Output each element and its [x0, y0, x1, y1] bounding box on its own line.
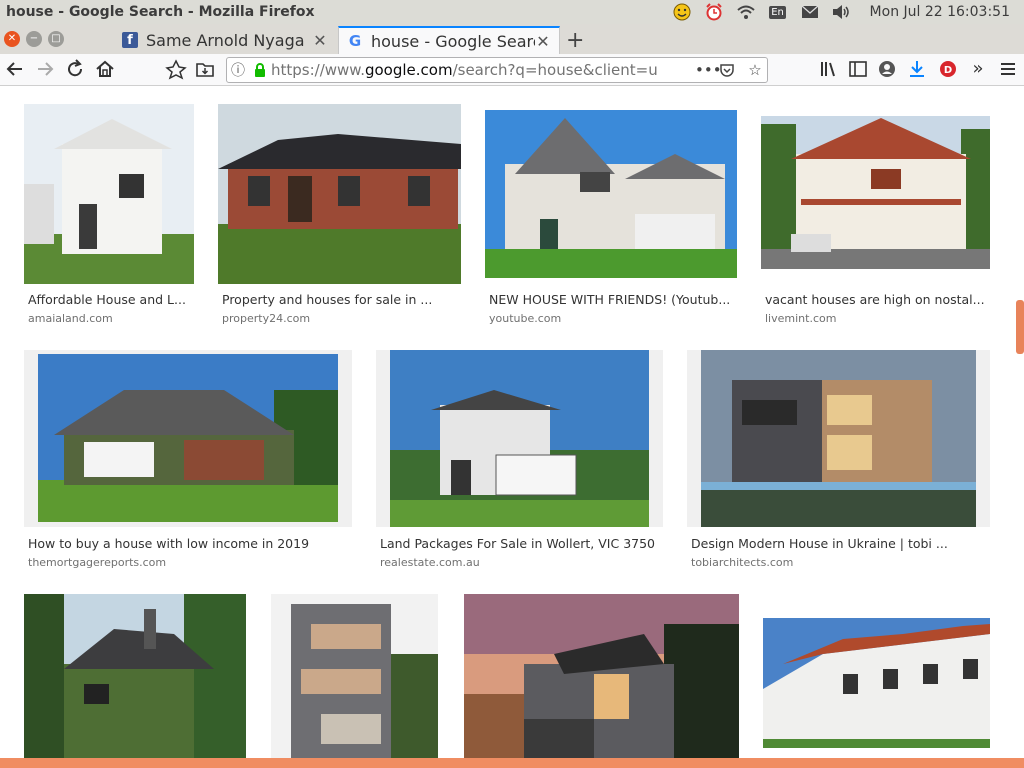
result-caption[interactable]: vacant houses are high on nostal... [765, 292, 989, 307]
keyboard-layout-indicator[interactable]: En [768, 3, 788, 21]
house-image [485, 110, 737, 278]
result-source[interactable]: themortgagereports.com [28, 556, 166, 569]
house-image [24, 594, 246, 768]
save-page-icon[interactable] [194, 58, 216, 80]
tab-facebook[interactable]: f Same Arnold Nyaga ✕ [114, 26, 336, 54]
result-thumbnail[interactable] [761, 104, 990, 284]
back-button[interactable] [4, 58, 26, 80]
house-image [390, 350, 649, 527]
mail-icon[interactable] [800, 3, 820, 21]
volume-icon[interactable] [832, 3, 852, 21]
result-source[interactable]: realestate.com.au [380, 556, 480, 569]
url-path: /search?q=house&client=u [452, 61, 658, 79]
window-close-button[interactable]: ✕ [4, 31, 20, 47]
result-thumbnail[interactable] [464, 594, 739, 768]
window-controls: ✕ − □ [4, 31, 64, 47]
bookmark-star-icon[interactable]: ☆ [743, 61, 767, 79]
navigation-toolbar: ⓘ https://www.google.com/search?q=house&… [0, 54, 1024, 86]
result-thumbnail[interactable] [763, 594, 990, 768]
emoji-indicator-icon[interactable] [672, 3, 692, 21]
keyboard-layout-label: En [769, 5, 786, 19]
alarm-clock-icon[interactable] [704, 3, 724, 21]
clock[interactable]: Mon Jul 22 16:03:51 [864, 4, 1010, 20]
page-bottom-bar [0, 758, 1024, 768]
result-caption[interactable]: Affordable House and L... [28, 292, 194, 307]
result-thumbnail[interactable] [24, 594, 246, 768]
account-icon[interactable] [876, 58, 898, 80]
house-image [761, 116, 990, 269]
url-text[interactable]: https://www.google.com/search?q=house&cl… [271, 61, 695, 79]
extension-d-icon[interactable]: D [937, 58, 959, 80]
result-thumbnail[interactable] [271, 594, 438, 768]
result-thumbnail[interactable] [687, 350, 990, 527]
result-source[interactable]: livemint.com [765, 312, 836, 325]
downloads-icon[interactable] [906, 58, 928, 80]
url-prefix: https://www. [271, 61, 365, 79]
house-image [701, 350, 976, 527]
facebook-icon: f [122, 32, 138, 48]
page-actions-icon[interactable]: ••• [695, 61, 722, 79]
result-thumbnail[interactable] [218, 104, 461, 284]
result-caption[interactable]: Land Packages For Sale in Wollert, VIC 3… [380, 536, 663, 551]
site-info-icon[interactable]: ⓘ [227, 60, 249, 80]
wifi-icon[interactable] [736, 3, 756, 21]
sidebar-icon[interactable] [847, 58, 869, 80]
window-title: house - Google Search - Mozilla Firefox [6, 4, 315, 20]
new-tab-button[interactable]: + [566, 28, 584, 53]
svg-text:D: D [944, 65, 952, 76]
result-caption[interactable]: NEW HOUSE WITH FRIENDS! (Youtub... [489, 292, 733, 307]
tab-google-search[interactable]: G house - Google Search ✕ [338, 26, 560, 54]
house-image [464, 594, 739, 768]
tab-close-icon[interactable]: ✕ [312, 31, 328, 50]
library-icon[interactable] [818, 58, 840, 80]
house-image [271, 594, 438, 768]
tab-label: Same Arnold Nyaga [146, 30, 305, 50]
result-source[interactable]: youtube.com [489, 312, 561, 325]
overflow-menu-icon[interactable]: » [967, 58, 989, 80]
result-caption[interactable]: How to buy a house with low income in 20… [28, 536, 352, 551]
google-icon: G [348, 32, 362, 50]
tab-strip: ✕ − □ f Same Arnold Nyaga ✕ G house - Go… [0, 24, 1024, 54]
result-source[interactable]: tobiarchitects.com [691, 556, 793, 569]
tab-close-icon[interactable]: ✕ [535, 32, 551, 51]
system-tray: En Mon Jul 22 16:03:51 [672, 3, 1024, 21]
result-thumbnail[interactable] [376, 350, 663, 527]
scrollbar-thumb[interactable] [1016, 300, 1024, 354]
forward-button[interactable] [34, 58, 56, 80]
tab-label: house - Google Search [371, 31, 535, 51]
window-maximize-button[interactable]: □ [48, 31, 64, 47]
home-button[interactable] [94, 58, 116, 80]
url-bar[interactable]: ⓘ https://www.google.com/search?q=house&… [226, 57, 768, 83]
hamburger-menu-icon[interactable] [997, 58, 1019, 80]
reload-button[interactable] [64, 58, 86, 80]
pocket-icon[interactable] [719, 62, 743, 78]
house-image [218, 104, 461, 284]
secure-lock-icon [255, 63, 265, 77]
house-image [38, 354, 338, 522]
result-caption[interactable]: Design Modern House in Ukraine | tobi ..… [691, 536, 986, 551]
image-results-grid: Affordable House and L... amaialand.com … [0, 86, 1024, 768]
window-minimize-button[interactable]: − [26, 31, 42, 47]
result-thumbnail[interactable] [485, 104, 737, 284]
result-source[interactable]: property24.com [222, 312, 310, 325]
result-thumbnail[interactable] [24, 350, 352, 527]
house-image [763, 618, 990, 748]
house-image [24, 104, 194, 284]
result-caption[interactable]: Property and houses for sale in ... [222, 292, 452, 307]
result-source[interactable]: amaialand.com [28, 312, 113, 325]
url-domain: google.com [364, 61, 453, 79]
bookmark-pin-icon[interactable] [165, 58, 187, 80]
result-thumbnail[interactable] [24, 104, 194, 284]
os-top-panel: house - Google Search - Mozilla Firefox … [0, 0, 1024, 24]
